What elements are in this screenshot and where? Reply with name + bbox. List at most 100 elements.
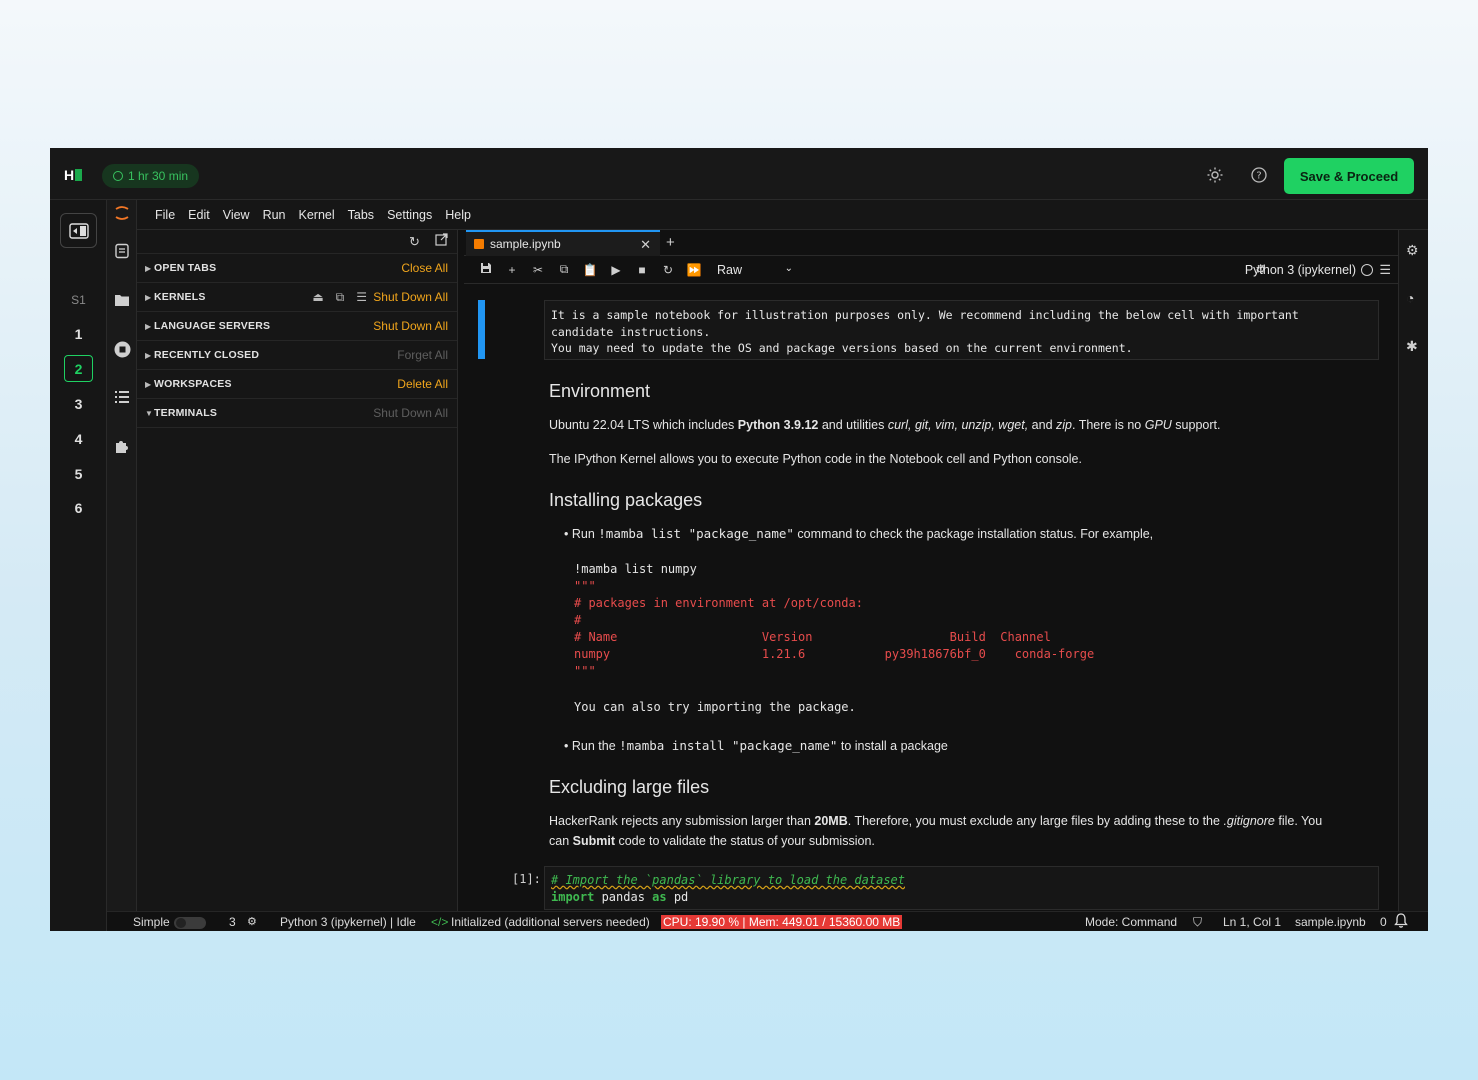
running-panel: ↻ ▶ OPEN TABS Close All ▶ KERNELS ⏏ ⧉ ☰ … (137, 230, 458, 918)
timer-badge: 1 hr 30 min (102, 164, 200, 188)
question-2[interactable]: 2 (64, 355, 93, 382)
env-paragraph: Ubuntu 22.04 LTS which includes Python 3… (549, 418, 1221, 432)
bullet-mamba-install: • Run the !mamba install "package_name" … (564, 738, 948, 753)
lsp-status[interactable]: Initialized (additional servers needed) (451, 915, 650, 929)
menu-file[interactable]: File (155, 208, 175, 222)
caret-right-icon: ▶ (145, 292, 152, 302)
caret-right-icon: ▶ (145, 321, 152, 331)
running-sessions-icon[interactable] (113, 340, 131, 358)
save-and-proceed-button[interactable]: Save & Proceed (1284, 158, 1414, 194)
file-browser-icon[interactable] (113, 242, 131, 260)
kernel-name[interactable]: Python 3 (ipykernel) (1245, 263, 1356, 277)
menu-edit[interactable]: Edit (188, 208, 210, 222)
sun-icon[interactable] (1206, 166, 1224, 184)
kernel-list-icon[interactable]: ☰ (356, 290, 367, 305)
menu-view[interactable]: View (223, 208, 250, 222)
notification-count: 0 (1380, 915, 1387, 929)
jupyter-logo-icon (113, 204, 131, 222)
menu-help[interactable]: Help (445, 208, 471, 222)
cursor-position[interactable]: Ln 1, Col 1 (1223, 915, 1281, 929)
gauge-icon[interactable]: ◔ (1406, 290, 1414, 306)
notebook-file-icon (474, 239, 484, 249)
tab-strip: sample.ipynb ✕ + (464, 230, 1398, 256)
property-inspector-icon[interactable]: ⚙ (1406, 242, 1419, 259)
current-file: sample.ipynb (1295, 915, 1366, 929)
section-workspaces[interactable]: ▶ WORKSPACES Delete All (137, 370, 457, 399)
help-circle-icon[interactable]: ? (1250, 166, 1268, 184)
section-kernels[interactable]: ▶ KERNELS ⏏ ⧉ ☰ Shut Down All (137, 283, 457, 312)
clock-icon (113, 171, 123, 181)
close-icon[interactable]: ✕ (640, 237, 651, 253)
debugger-bug-icon[interactable]: ✱ (1406, 338, 1418, 355)
extensions-puzzle-icon[interactable] (113, 437, 131, 455)
refresh-icon[interactable]: ↻ (409, 234, 420, 250)
notebook-toolbar: + ✂ ⧉ 📋 ▶ ■ ↻ ⏩ Raw ⌄ ⚙ Python 3 (ipyker… (464, 256, 1398, 284)
paste-icon[interactable]: 📋 (577, 263, 603, 277)
close-all-button[interactable]: Close All (401, 261, 448, 275)
caret-right-icon: ▶ (145, 263, 152, 273)
bell-icon[interactable] (1394, 913, 1408, 931)
kernel-copy-icon[interactable]: ⧉ (336, 290, 345, 305)
terminal-count[interactable]: 3 (229, 915, 236, 929)
folder-icon[interactable] (113, 291, 131, 309)
shutdown-all-servers-button[interactable]: Shut Down All (373, 319, 448, 333)
restart-icon[interactable]: ↻ (655, 263, 681, 277)
question-1[interactable]: 1 (64, 320, 93, 347)
kernel-status[interactable]: Python 3 (ipykernel) | Idle (280, 915, 416, 929)
menu-kernel[interactable]: Kernel (299, 208, 335, 222)
menu-icon[interactable]: ☰ (1379, 262, 1391, 278)
simple-mode-label: Simple (133, 915, 170, 929)
shutdown-all-terminals-button[interactable]: Shut Down All (373, 406, 448, 420)
add-cell-icon[interactable]: + (499, 263, 525, 277)
menu-tabs[interactable]: Tabs (348, 208, 374, 222)
new-tab-plus-icon[interactable]: + (666, 234, 675, 251)
stop-icon[interactable]: ■ (629, 263, 655, 277)
shutdown-all-kernels-button[interactable]: Shut Down All (373, 290, 448, 304)
active-cell-indicator[interactable] (478, 300, 485, 359)
shield-icon[interactable]: ⛉ (1193, 915, 1202, 930)
lsp-icon: </> (431, 915, 449, 929)
table-of-contents-icon[interactable] (113, 388, 131, 406)
question-nav: S1 1 2 3 4 5 6 (50, 200, 107, 931)
heading-excluding-large-files: Excluding large files (549, 777, 710, 797)
menu-bar: File Edit View Run Kernel Tabs Settings … (137, 200, 1428, 230)
question-3[interactable]: 3 (64, 390, 93, 417)
mode-indicator: Mode: Command (1085, 915, 1178, 929)
section-open-tabs[interactable]: ▶ OPEN TABS Close All (137, 254, 457, 283)
section-language-servers[interactable]: ▶ LANGUAGE SERVERS Shut Down All (137, 312, 457, 341)
cut-icon[interactable]: ✂ (525, 263, 551, 277)
svg-text:?: ? (1256, 171, 1261, 182)
fast-forward-icon[interactable]: ⏩ (681, 263, 707, 277)
simple-mode-toggle[interactable] (174, 917, 206, 929)
kernel-paragraph: The IPython Kernel allows you to execute… (549, 452, 1082, 466)
example-code-block: !mamba list numpy """ # packages in enviro… (574, 562, 1095, 714)
activity-bar (107, 200, 137, 918)
question-5[interactable]: 5 (64, 460, 93, 487)
kernel-bulk-icon[interactable]: ⏏ (312, 290, 323, 305)
question-4[interactable]: 4 (64, 425, 93, 452)
section-recently-closed[interactable]: ▶ RECENTLY CLOSED Forget All (137, 341, 457, 370)
panel-toolbar: ↻ (137, 230, 457, 254)
delete-all-button[interactable]: Delete All (397, 377, 448, 391)
code-cell[interactable]: # Import the `pandas` library to load th… (544, 866, 1379, 910)
run-icon[interactable]: ▶ (603, 263, 629, 277)
save-icon[interactable] (473, 262, 499, 277)
copy-icon[interactable]: ⧉ (551, 262, 577, 277)
gear-icon[interactable]: ⚙ (247, 915, 257, 928)
notebook-area: sample.ipynb ✕ + + ✂ ⧉ 📋 ▶ ■ ↻ ⏩ Raw ⌄ ⚙… (464, 230, 1398, 918)
section-terminals[interactable]: ▼ TERMINALS Shut Down All (137, 399, 457, 428)
chevron-down-icon: ⌄ (784, 262, 793, 274)
tab-sample-notebook[interactable]: sample.ipynb ✕ (466, 230, 660, 256)
open-external-icon[interactable] (435, 233, 448, 251)
collapse-panel-button[interactable] (60, 213, 97, 248)
cell-prompt: [1]: (512, 872, 541, 886)
bullet-mamba-list: • Run !mamba list "package_name" command… (564, 526, 1154, 541)
menu-run[interactable]: Run (263, 208, 286, 222)
raw-cell[interactable]: It is a sample notebook for illustration… (544, 300, 1379, 360)
forget-all-button[interactable]: Forget All (397, 348, 448, 362)
menu-settings[interactable]: Settings (387, 208, 432, 222)
hackerrank-logo: H (64, 165, 88, 185)
cell-type-select[interactable]: Raw ⌄ (717, 263, 793, 277)
timer-text: 1 hr 30 min (128, 169, 189, 183)
question-6[interactable]: 6 (64, 494, 93, 521)
